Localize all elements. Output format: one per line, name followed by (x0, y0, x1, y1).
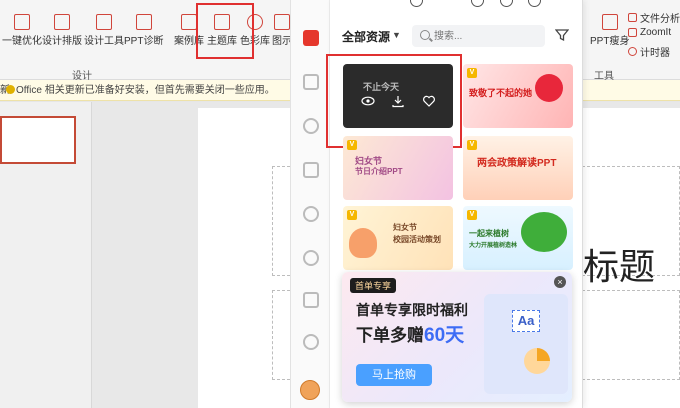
panel-top-toolbar (330, 0, 583, 18)
help-icon[interactable] (528, 0, 541, 7)
template-card[interactable]: V 两会政策解读PPT (463, 136, 573, 200)
close-icon[interactable]: × (554, 276, 566, 288)
search-input[interactable] (434, 28, 539, 44)
vip-badge-icon: V (467, 210, 477, 220)
template-card[interactable]: V 一起来植树 大力开展植树造林 (463, 206, 573, 270)
buy-now-button[interactable]: 马上抢购 (356, 364, 432, 386)
timer-button[interactable]: 计时器 (628, 44, 670, 59)
diagnose-icon (135, 14, 152, 30)
zoomit-button[interactable]: ZoomIt (628, 27, 671, 38)
template-icon[interactable] (303, 74, 319, 90)
search-box[interactable] (412, 25, 545, 47)
case-library-icon (181, 14, 197, 30)
slide-thumbnail-pane (0, 102, 92, 408)
cloud-icon[interactable] (410, 0, 423, 7)
chevron-down-icon[interactable]: ▼ (392, 30, 401, 40)
video-icon[interactable] (303, 30, 319, 46)
promo-popup: 首单专享 首单专享限时福利 下单多赠60天 马上抢购 × Aa (342, 272, 572, 402)
chart-pie-icon[interactable] (303, 206, 319, 222)
template-card[interactable]: V 致敬了不起的她 (463, 64, 573, 128)
promo-headline: 首单专享限时福利 (356, 302, 468, 318)
tree-art (521, 212, 567, 252)
flower-art (349, 228, 377, 258)
diagram-button[interactable]: 图示 (272, 14, 292, 48)
template-card[interactable]: V 妇女节 校园活动策划 (343, 206, 453, 270)
slide-thumbnail[interactable] (0, 116, 76, 164)
optimize-icon (14, 14, 30, 30)
promo-art (484, 294, 568, 394)
balloon-art (535, 74, 563, 102)
lightning-icon[interactable] (303, 250, 319, 266)
slide-title[interactable]: 标题 (583, 238, 655, 290)
slim-icon (601, 14, 618, 30)
tools-icon (96, 14, 112, 30)
update-message: Office 相关更新已准备好安装，但首先需要关闭一些应用。 (16, 85, 275, 96)
file-analysis-icon (628, 13, 637, 22)
close-icon[interactable] (556, 0, 569, 7)
template-card[interactable]: V 妇女节 节日介绍PPT (343, 136, 453, 200)
resource-filter-dropdown[interactable]: 全部资源 (342, 28, 390, 45)
avatar[interactable] (300, 380, 320, 400)
palette-icon[interactable] (303, 118, 319, 134)
history-icon[interactable] (500, 0, 513, 7)
selected-card-highlight (326, 54, 462, 148)
one-click-optimize-button[interactable]: 一键优化 (2, 14, 42, 48)
vip-badge-icon: V (467, 140, 477, 150)
theme-library-highlight (196, 3, 254, 59)
vip-badge-icon: V (467, 68, 477, 78)
promo-offer: 下单多赠60天 (356, 325, 465, 346)
vip-badge-icon: V (347, 140, 357, 150)
design-layout-button[interactable]: 设计排版 (42, 14, 82, 48)
refresh-icon[interactable] (471, 0, 484, 7)
search-icon (420, 30, 430, 40)
timer-icon (628, 47, 637, 56)
diagram-icon (274, 14, 290, 30)
design-tools-button[interactable]: 设计工具 (84, 14, 124, 48)
filter-icon[interactable] (555, 28, 569, 42)
ppt-diagnose-button[interactable]: PPT诊断 (124, 14, 163, 48)
ppt-slim-button[interactable]: PPT瘦身 (590, 14, 629, 48)
file-analysis-button[interactable]: 文件分析 (628, 10, 680, 25)
compass-icon[interactable] (303, 334, 319, 350)
promo-tag: 首单专享 (350, 278, 397, 293)
layout-icon (54, 14, 70, 30)
chart-pie-icon (524, 348, 550, 374)
font-art-icon: Aa (512, 310, 540, 332)
zoom-icon (628, 28, 637, 37)
plugin-sidebar (290, 0, 330, 408)
image-icon[interactable] (303, 292, 319, 308)
vip-badge-icon: V (347, 210, 357, 220)
table-icon[interactable] (303, 162, 319, 178)
warning-icon (6, 85, 15, 94)
